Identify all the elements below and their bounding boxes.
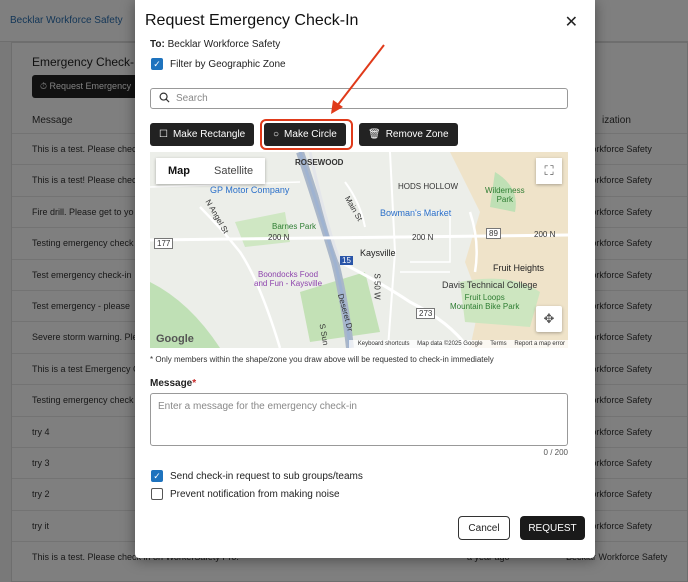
make-rectangle-label: Make Rectangle <box>172 129 246 140</box>
make-circle-highlight <box>260 119 353 150</box>
recipient-line: To: Becklar Workforce Safety <box>150 39 280 50</box>
map-label-200n-center: 200 N <box>412 233 434 242</box>
fullscreen-icon[interactable]: ⛶ <box>536 158 562 184</box>
map-label-kaysville: Kaysville <box>360 248 396 258</box>
modal-title: Request Emergency Check-In <box>145 12 359 29</box>
zone-note: * Only members within the shape/zone you… <box>150 355 494 364</box>
request-button[interactable]: REQUEST <box>520 516 585 540</box>
map-label-fruit-loops: Fruit Loops Mountain Bike Park <box>450 293 520 311</box>
noise-checkbox[interactable] <box>151 488 163 500</box>
map-label-fruit-heights: Fruit Heights <box>493 263 545 273</box>
map-label-rosewood: ROSEWOOD <box>295 158 344 167</box>
filter-geo-checkbox[interactable]: ✓ <box>151 58 163 70</box>
rectangle-icon: ☐ <box>159 129 168 140</box>
search-input[interactable] <box>176 93 556 104</box>
message-label: Message* <box>150 378 197 389</box>
make-rectangle-button[interactable]: ☐ Make Rectangle <box>150 123 255 146</box>
map-label-hods-hollow: HODS HOLLOW <box>398 182 459 191</box>
tab-map[interactable]: Map <box>156 158 202 184</box>
to-label: To: <box>150 39 165 50</box>
character-counter: 0 / 200 <box>543 448 568 457</box>
map-attribution: Keyboard shortcuts Map data ©2025 Google… <box>348 340 568 348</box>
route-177-icon: 177 <box>154 238 174 249</box>
close-icon[interactable]: ✕ <box>565 12 578 32</box>
map-label-gp-motor: GP Motor Company <box>210 185 290 195</box>
cancel-button[interactable]: Cancel <box>458 516 510 540</box>
map-label-barnes-park: Barnes Park <box>272 222 317 231</box>
request-checkin-modal: Request Emergency Check-In ✕ To: Becklar… <box>135 0 595 558</box>
filter-geo-checkbox-row[interactable]: ✓ Filter by Geographic Zone <box>151 58 286 70</box>
interstate-15-icon: 15 <box>340 256 353 265</box>
keyboard-shortcuts-link[interactable]: Keyboard shortcuts <box>358 341 410 347</box>
google-logo: Google <box>156 333 194 345</box>
tab-satellite[interactable]: Satellite <box>202 158 265 184</box>
remove-zone-label: Remove Zone <box>385 129 449 140</box>
map-view[interactable]: Map Satellite ⛶ ROSEWOOD GP Motor Compan… <box>150 152 568 348</box>
report-map-error-link[interactable]: Report a map error <box>514 341 565 347</box>
map-pan-icon[interactable]: ✥ <box>536 306 562 332</box>
to-value: Becklar Workforce Safety <box>167 39 281 50</box>
map-label-davis-tech: Davis Technical College <box>442 280 538 290</box>
subgroups-checkbox-row[interactable]: ✓ Send check-in request to sub groups/te… <box>151 470 363 482</box>
subgroups-label: Send check-in request to sub groups/team… <box>170 470 363 482</box>
remove-zone-button[interactable]: 🗑 Remove Zone <box>359 123 458 146</box>
map-label-200n-east: 200 N <box>534 230 556 239</box>
map-data-text: Map data ©2025 Google <box>417 341 483 347</box>
subgroups-checkbox[interactable]: ✓ <box>151 470 163 482</box>
map-label-s50w: S 50 W <box>372 273 382 300</box>
trash-icon: 🗑 <box>368 129 381 140</box>
map-label-wilderness-park: Wilderness Park <box>485 186 525 204</box>
noise-label: Prevent notification from making noise <box>170 488 340 500</box>
map-label-boondocks: Boondocks Food and Fun - Kaysville <box>254 270 323 288</box>
search-icon <box>159 92 170 106</box>
message-textarea[interactable] <box>150 393 568 446</box>
search-box <box>150 88 568 109</box>
map-type-tabs: Map Satellite <box>156 158 266 184</box>
route-89-icon: 89 <box>486 228 501 239</box>
route-273-icon: 273 <box>416 308 436 319</box>
terms-link[interactable]: Terms <box>490 341 506 347</box>
map-label-bowmans-market: Bowman's Market <box>380 208 452 218</box>
filter-geo-label: Filter by Geographic Zone <box>170 58 286 70</box>
noise-checkbox-row[interactable]: Prevent notification from making noise <box>151 488 340 500</box>
map-label-200n-west: 200 N <box>268 233 290 242</box>
